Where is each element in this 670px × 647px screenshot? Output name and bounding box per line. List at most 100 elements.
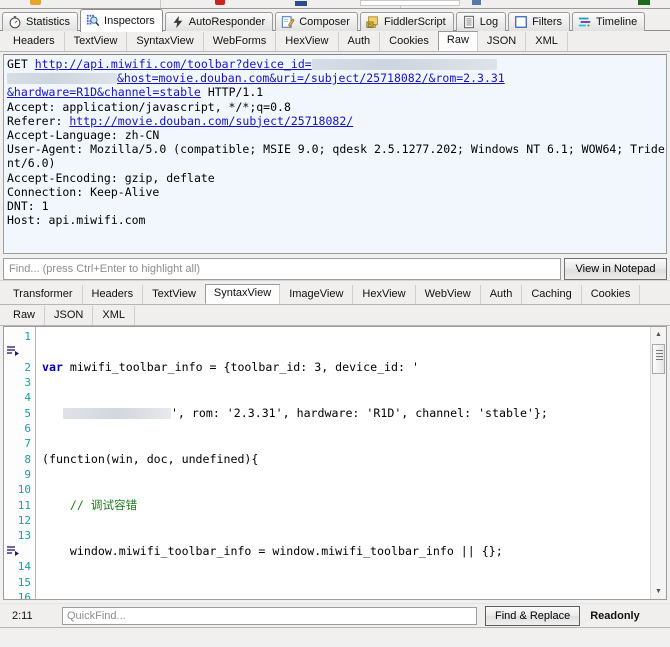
response-tab-transformer[interactable]: Transformer xyxy=(4,285,83,304)
tab-log[interactable]: Log xyxy=(456,12,506,31)
tab-autoresponder[interactable]: AutoResponder xyxy=(165,12,273,31)
tab-fiddlerscript[interactable]: JS FiddlerScript xyxy=(360,12,454,31)
request-tab-hexview[interactable]: HexView xyxy=(275,32,338,51)
header-connection-value: Keep-Alive xyxy=(90,185,159,199)
tab-autoresponder-label: AutoResponder xyxy=(189,16,265,28)
tab-log-label: Log xyxy=(480,16,498,28)
request-raw-pane[interactable]: GET http://api.miwifi.com/toolbar?device… xyxy=(3,54,667,254)
header-referer-value[interactable]: http://movie.douban.com/subject/25718082… xyxy=(69,114,353,128)
request-tab-json[interactable]: JSON xyxy=(477,32,526,51)
response-tab-textview[interactable]: TextView xyxy=(142,285,206,304)
header-accept-language-name: Accept-Language: xyxy=(7,128,125,142)
request-url-line3[interactable]: &hardware=R1D&channel=stable xyxy=(7,85,201,99)
toolbar-icon-fragment-5 xyxy=(638,0,650,5)
scroll-up-arrow-icon[interactable]: ▲ xyxy=(651,327,666,342)
tab-inspectors[interactable]: Inspectors xyxy=(80,9,163,32)
request-tab-xml[interactable]: XML xyxy=(525,32,568,51)
stopwatch-icon xyxy=(8,15,22,29)
response-tabrow-2[interactable]: Raw JSON XML xyxy=(0,305,670,326)
main-tabstrip[interactable]: Statistics Inspectors AutoResponder xyxy=(0,9,670,31)
response-tabrow-1[interactable]: Transformer Headers TextView SyntaxView … xyxy=(0,284,670,305)
request-tab-headers[interactable]: Headers xyxy=(4,32,65,51)
line-number: 5 xyxy=(4,406,35,421)
toolbar-textbox-fragment xyxy=(360,0,460,6)
response-tab-raw[interactable]: Raw xyxy=(4,306,45,325)
code-line-1a: var miwifi_toolbar_info = {toolbar_id: 3… xyxy=(42,360,650,375)
timeline-bars-icon xyxy=(578,15,592,29)
toolbar-sliver xyxy=(0,0,670,9)
response-tab-imageview[interactable]: ImageView xyxy=(279,285,353,304)
tab-inspectors-label: Inspectors xyxy=(104,15,155,27)
code-line-4: window.miwifi_toolbar_info = window.miwi… xyxy=(42,544,650,559)
toolbar-icon-fragment-1 xyxy=(30,0,41,5)
request-tabrow-filler xyxy=(567,39,670,44)
request-url-line2[interactable]: &host=movie.douban.com&uri=/subject/2571… xyxy=(117,71,505,85)
response-tab-json[interactable]: JSON xyxy=(44,306,93,325)
request-tab-cookies[interactable]: Cookies xyxy=(379,32,439,51)
response-tab-hexview[interactable]: HexView xyxy=(352,285,415,304)
request-protocol: HTTP/1.1 xyxy=(208,85,263,99)
find-and-replace-button[interactable]: Find & Replace xyxy=(485,606,580,626)
line-number: 2 xyxy=(4,360,35,375)
redacted-device-id-url xyxy=(312,59,497,70)
line-number: 15 xyxy=(4,575,35,590)
response-tab-webview[interactable]: WebView xyxy=(415,285,481,304)
tab-statistics-label: Statistics xyxy=(26,16,70,28)
scroll-down-arrow-icon[interactable]: ▼ xyxy=(651,584,666,599)
request-tabrow[interactable]: Headers TextView SyntaxView WebForms Hex… xyxy=(0,31,670,52)
response-tab-syntaxview[interactable]: SyntaxView xyxy=(205,284,280,304)
svg-text:JS: JS xyxy=(367,22,372,28)
code-line-1b-rest: ', rom: '2.3.31', hardware: 'R1D', chann… xyxy=(171,406,548,420)
request-tab-syntaxview[interactable]: SyntaxView xyxy=(126,32,203,51)
request-find-bar[interactable]: Find... (press Ctrl+Enter to highlight a… xyxy=(3,258,667,280)
quickfind-input[interactable]: QuickFind... xyxy=(62,607,477,625)
editor-vertical-scrollbar[interactable]: ▲ ▼ xyxy=(650,327,666,599)
tab-fiddlerscript-label: FiddlerScript xyxy=(384,16,446,28)
header-accept-encoding-name: Accept-Encoding: xyxy=(7,171,125,185)
tab-filters[interactable]: Filters xyxy=(508,12,570,31)
header-accept-language-value: zh-CN xyxy=(125,128,160,142)
response-tab-auth[interactable]: Auth xyxy=(480,285,523,304)
view-in-notepad-button[interactable]: View in Notepad xyxy=(564,258,667,280)
response-tab-caching[interactable]: Caching xyxy=(521,285,581,304)
header-dnt-value: 1 xyxy=(42,199,49,213)
scrollbar-thumb[interactable] xyxy=(652,344,665,374)
line-number: 1 xyxy=(4,329,35,344)
header-host-value: api.miwifi.com xyxy=(49,213,146,227)
request-method: GET xyxy=(7,57,28,71)
js-scroll-icon: JS xyxy=(366,15,380,29)
line-number: 14 xyxy=(4,559,35,574)
response-tab-xml[interactable]: XML xyxy=(92,306,135,325)
response-tab-cookies[interactable]: Cookies xyxy=(581,285,641,304)
tab-composer-label: Composer xyxy=(299,16,350,28)
editor-code-area[interactable]: var miwifi_toolbar_info = {toolbar_id: 3… xyxy=(36,327,650,599)
toolbar-icon-fragment-4 xyxy=(472,0,481,5)
find-input[interactable]: Find... (press Ctrl+Enter to highlight a… xyxy=(3,258,561,280)
response-tab-headers[interactable]: Headers xyxy=(82,285,144,304)
header-accept-encoding-value: gzip, deflate xyxy=(125,171,215,185)
request-tab-textview[interactable]: TextView xyxy=(64,32,128,51)
code-line-5 xyxy=(42,590,650,599)
word-wrap-indicator-icon-2 xyxy=(6,545,20,557)
header-connection-name: Connection: xyxy=(7,185,90,199)
request-url-line1[interactable]: http://api.miwifi.com/toolbar?device_id= xyxy=(35,57,312,71)
filter-square-icon xyxy=(514,15,528,29)
redacted-device-id-url-cont xyxy=(7,73,117,84)
line-number: 16 xyxy=(4,590,35,600)
syntaxview-editor[interactable]: 1 · 2 3 4 5 6 7 8 9 10 11 12 13 · 14 15 … xyxy=(3,326,667,600)
tab-statistics[interactable]: Statistics xyxy=(2,12,78,31)
header-user-agent-value: Mozilla/5.0 (compatible; MSIE 9.0; qdesk… xyxy=(7,142,665,170)
request-tab-raw[interactable]: Raw xyxy=(438,31,478,51)
tab-timeline[interactable]: Timeline xyxy=(572,12,645,31)
tab-composer[interactable]: Composer xyxy=(275,12,358,31)
response-tabrow2-filler xyxy=(134,313,670,318)
redacted-device-id-code xyxy=(63,408,171,419)
code-line-1b: ', rom: '2.3.31', hardware: 'R1D', chann… xyxy=(42,406,650,421)
line-number: 11 xyxy=(4,498,35,513)
request-tab-auth[interactable]: Auth xyxy=(338,32,381,51)
request-tab-webforms[interactable]: WebForms xyxy=(203,32,277,51)
line-number: 8 xyxy=(4,452,35,467)
toolbar-icon-fragment-2 xyxy=(215,0,225,5)
line-number: 4 xyxy=(4,390,35,405)
window-bottom-edge xyxy=(0,627,670,631)
